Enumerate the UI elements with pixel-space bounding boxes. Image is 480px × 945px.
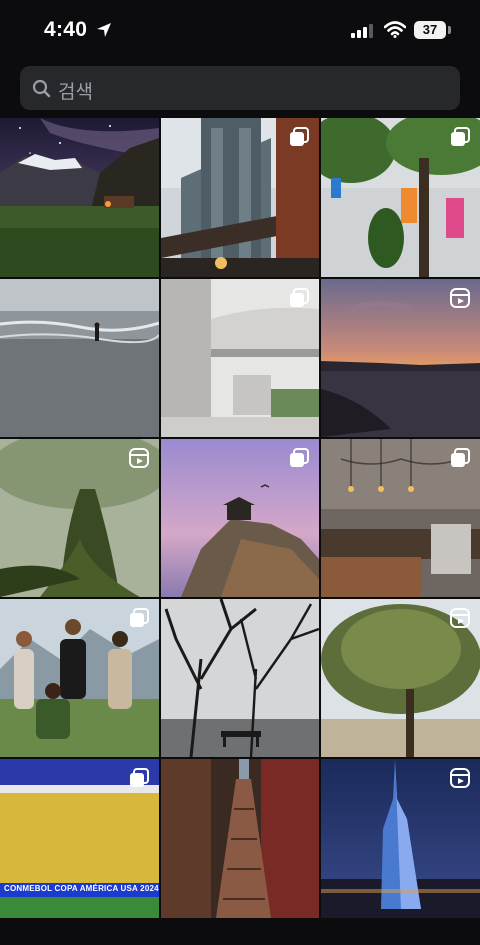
carousel-icon [130,768,149,787]
status-time: 4:40 [44,18,88,41]
grid-tile-sunset-bay[interactable] [321,279,480,437]
tile-image [0,279,159,437]
battery-nub [448,26,451,34]
cellular-signal-icon [351,24,373,38]
grid-tile-cliff-pavilion[interactable] [161,439,319,597]
grid-tile-mossy-tree[interactable] [0,439,159,597]
grid-tile-surfer-beach[interactable] [0,279,159,437]
carousel-icon [290,127,309,146]
search-bar[interactable]: 검색 [20,66,460,110]
status-bar: 4:40 37 [0,0,480,60]
carousel-icon [130,608,149,627]
grid-tile-skyscraper[interactable] [321,759,480,918]
tile-image [161,759,319,918]
grid-tile-willow-field[interactable] [321,599,480,757]
reel-icon [450,288,470,308]
battery-indicator: 37 [414,21,446,39]
carousel-icon [451,448,470,467]
reel-icon [450,608,470,628]
search-placeholder: 검색 [58,81,93,103]
search-icon [32,79,51,98]
grid-tile-friends-mountains[interactable] [0,599,159,757]
grid-tile-brick-staircase[interactable] [161,759,319,918]
tile-image [0,118,159,277]
grid-tile-cafe-counter[interactable] [321,439,480,597]
reel-icon [450,768,470,788]
tile-image [161,599,319,757]
grid-tile-bridge[interactable] [161,118,319,277]
explore-grid: CONMEBOL COPA AMÉRICA USA 2024 [0,118,480,918]
wifi-icon [384,21,406,38]
reel-icon [129,448,149,468]
grid-tile-white-building[interactable] [161,279,319,437]
stadium-banner-text: CONMEBOL COPA AMÉRICA USA 2024 [4,884,159,893]
bottom-bar [0,918,480,945]
carousel-icon [451,127,470,146]
carousel-icon [290,288,309,307]
grid-tile-bare-trees[interactable] [161,599,319,757]
location-arrow-icon [97,23,111,37]
grid-tile-plaza-sculptures[interactable] [321,118,480,277]
carousel-icon [290,448,309,467]
grid-tile-stadium-crowd[interactable]: CONMEBOL COPA AMÉRICA USA 2024 [0,759,159,918]
grid-tile-starry-mountains[interactable] [0,118,159,277]
